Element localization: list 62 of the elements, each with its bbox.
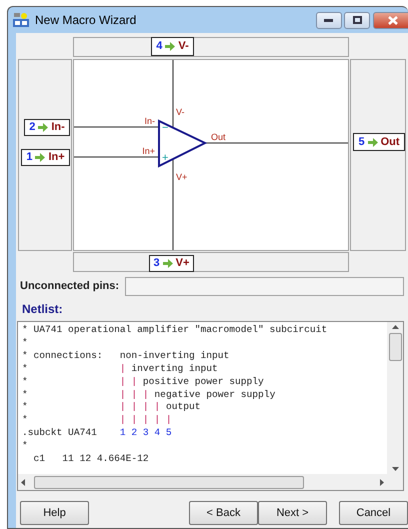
netlist-line: * | | positive power supply bbox=[22, 376, 265, 389]
close-button[interactable] bbox=[373, 12, 408, 28]
pin-label[interactable]: 2 In- bbox=[24, 119, 70, 136]
pin-number: 2 bbox=[29, 120, 36, 136]
pin-number: 3 bbox=[154, 256, 160, 272]
maximize-icon bbox=[352, 16, 362, 24]
dialog-button[interactable]: Next > bbox=[258, 501, 327, 525]
vertical-scrollbar[interactable] bbox=[387, 322, 403, 474]
pin-label[interactable]: 5 Out bbox=[353, 133, 405, 151]
polarity-mark: − bbox=[162, 122, 168, 134]
scroll-down-icon bbox=[392, 467, 398, 471]
pin-name: In- bbox=[51, 120, 65, 136]
pin-label: V+ bbox=[176, 172, 188, 182]
arrow-icon bbox=[35, 153, 46, 162]
minimize-icon bbox=[324, 18, 333, 22]
maximize-button[interactable] bbox=[344, 12, 370, 28]
scroll-left-icon bbox=[21, 478, 25, 486]
opamp-symbol bbox=[158, 119, 208, 168]
dialog-button[interactable]: < Back bbox=[189, 501, 258, 525]
netlist-line: * connections: non-inverting input bbox=[22, 350, 230, 363]
arrow-icon bbox=[38, 123, 48, 132]
pin-label[interactable]: 4 V- bbox=[151, 37, 194, 56]
minimize-button[interactable] bbox=[316, 12, 342, 28]
wire bbox=[172, 60, 174, 127]
scroll-right-icon bbox=[380, 478, 384, 486]
netlist-line: * | | | | output bbox=[22, 401, 202, 414]
pin-label: In+ bbox=[142, 146, 155, 156]
pin-label[interactable]: 1 In+ bbox=[21, 149, 70, 166]
pin-label[interactable]: 3 V+ bbox=[149, 255, 194, 272]
scroll-thumb[interactable] bbox=[34, 476, 304, 488]
pin-number: 4 bbox=[156, 39, 162, 54]
netlist-line: * | | | negative power supply bbox=[22, 388, 276, 402]
arrow-icon bbox=[368, 138, 378, 146]
pin-name: Out bbox=[380, 134, 400, 150]
horizontal-scrollbar[interactable] bbox=[18, 474, 387, 490]
netlist-line: * bbox=[22, 336, 29, 350]
app-icon bbox=[12, 12, 30, 28]
scroll-up-icon bbox=[392, 325, 398, 329]
close-icon bbox=[388, 16, 398, 24]
polarity-mark: + bbox=[162, 152, 168, 164]
netlist-line: .subckt UA741 1 2 3 4 5 bbox=[22, 427, 173, 440]
pin-label: V- bbox=[176, 107, 185, 117]
pin-name: In+ bbox=[48, 150, 65, 166]
pin-label: Out bbox=[211, 132, 226, 142]
pin-number: 1 bbox=[26, 150, 32, 166]
netlist-line: * | inverting input bbox=[22, 362, 219, 376]
arrow-icon bbox=[162, 259, 173, 268]
netlist-line: c1 11 12 4.664E-12 bbox=[32, 453, 150, 466]
netlist-line: * bbox=[22, 440, 29, 454]
scroll-thumb[interactable] bbox=[388, 333, 402, 361]
pin-name: V+ bbox=[176, 256, 190, 272]
netlist-line: * UA741 operational amplifier "macromodel" subcircuit bbox=[22, 324, 328, 337]
netlist-label: Netlist: bbox=[22, 301, 64, 318]
window-title: New Macro Wizard bbox=[35, 12, 136, 29]
unconnected-pins-label: Unconnected pins: bbox=[20, 279, 120, 294]
arrow-icon bbox=[165, 42, 176, 51]
pin-label: In- bbox=[144, 116, 155, 126]
pin-name: V- bbox=[178, 39, 189, 54]
netlist-line: * | | | | | bbox=[22, 414, 173, 428]
pin-number: 5 bbox=[358, 134, 365, 150]
dialog-button[interactable]: Help bbox=[20, 501, 89, 525]
dialog-button[interactable]: Cancel bbox=[339, 501, 408, 525]
